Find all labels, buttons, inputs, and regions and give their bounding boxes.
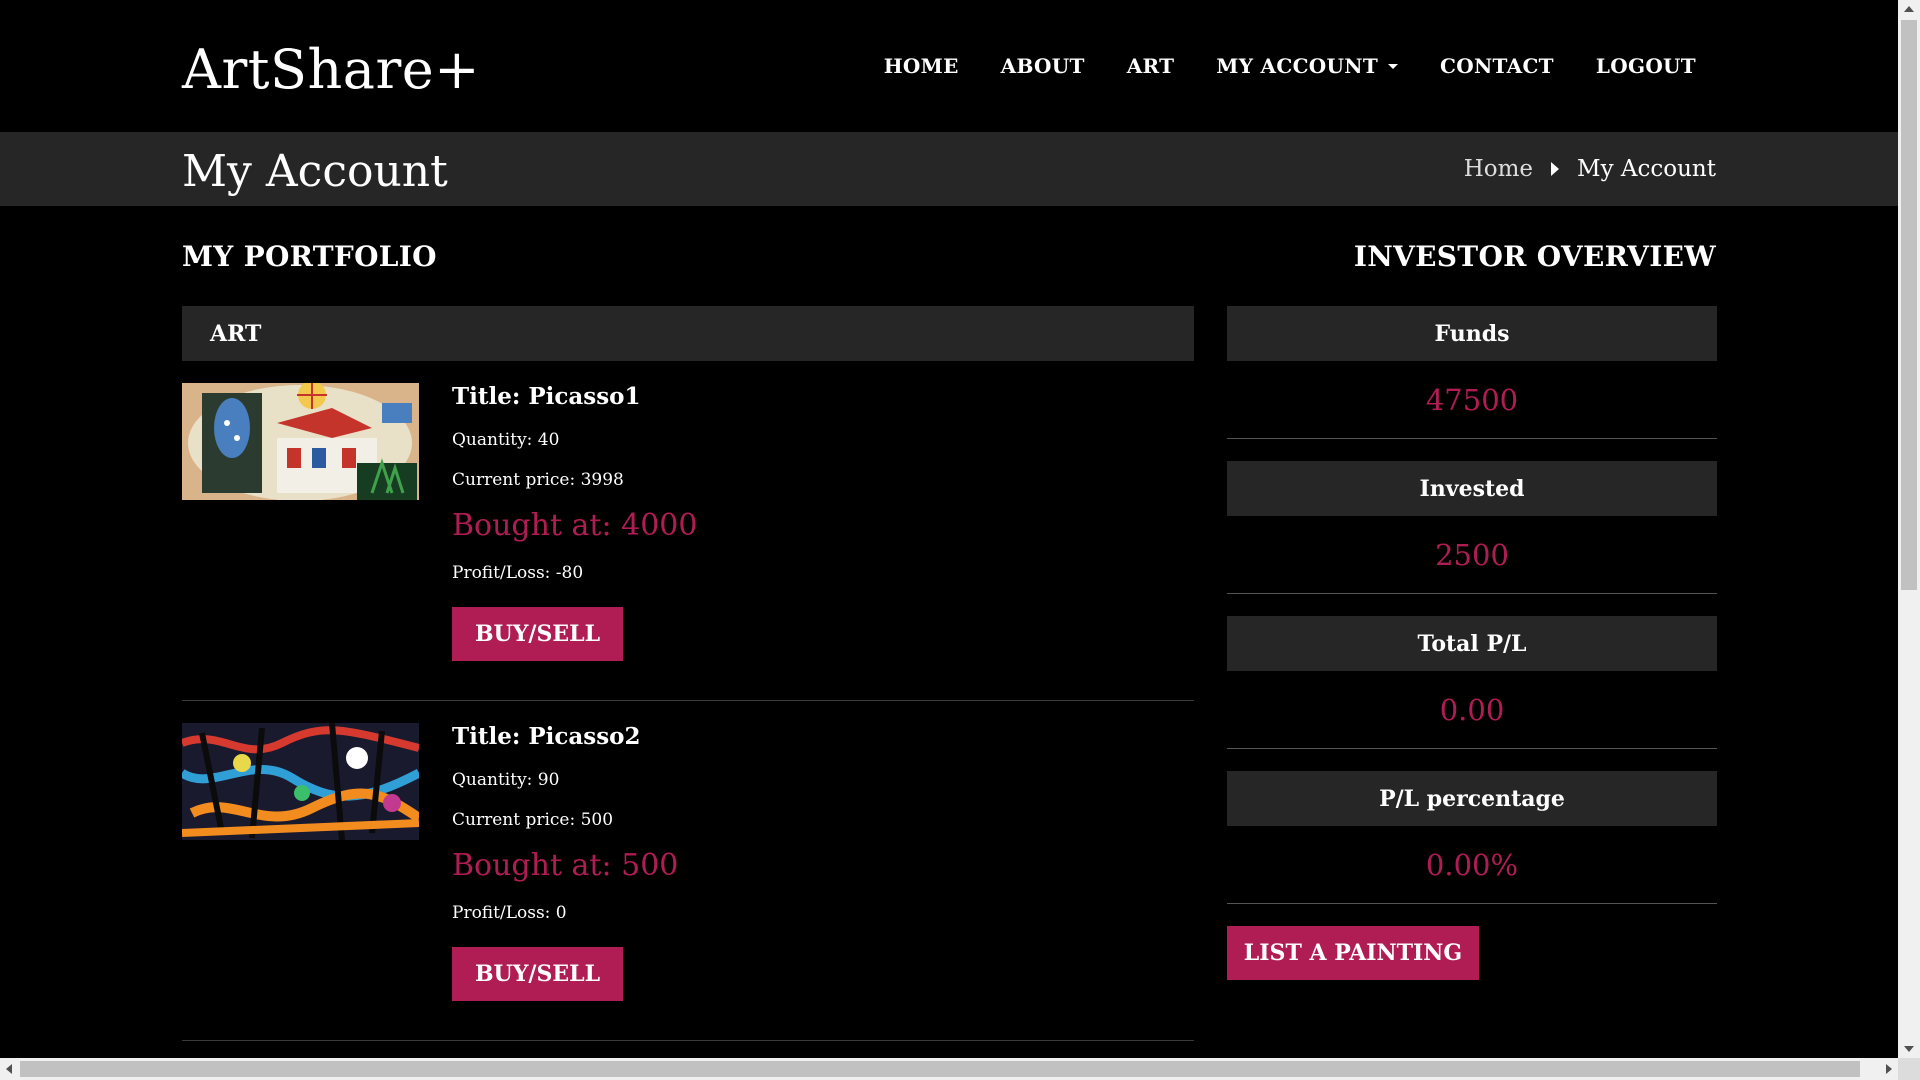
investor-overview: Funds 47500 Invested 2500 Total P/L 0.00…	[1227, 306, 1717, 980]
artwork-current-price: Current price: 3998	[452, 470, 624, 490]
stat-label: Invested	[1227, 461, 1717, 516]
stat-value: 47500	[1227, 361, 1717, 439]
stat-invested: Invested 2500	[1227, 461, 1717, 594]
artwork-bought-at: Bought at: 500	[452, 848, 679, 883]
stat-label: Total P/L	[1227, 616, 1717, 671]
list-painting-button[interactable]: LIST A PAINTING	[1227, 926, 1479, 980]
artwork-bought-at: Bought at: 4000	[452, 508, 698, 543]
nav-home[interactable]: HOME	[884, 54, 959, 78]
horizontal-scrollbar[interactable]	[0, 1058, 1898, 1080]
page-title-bar: My Account Home My Account	[0, 132, 1898, 206]
stat-label: P/L percentage	[1227, 771, 1717, 826]
portfolio-heading: MY PORTFOLIO	[182, 240, 437, 273]
buy-sell-button[interactable]: BUY/SELL	[452, 607, 623, 661]
nav-my-account-label: MY ACCOUNT	[1216, 54, 1379, 78]
nav-logout[interactable]: LOGOUT	[1596, 54, 1696, 78]
portfolio-item: Title: Picasso2 Quantity: 90 Current pri…	[182, 701, 1194, 1041]
scrollbar-corner	[1898, 1058, 1920, 1080]
artwork-quantity: Quantity: 90	[452, 770, 560, 790]
buy-sell-button[interactable]: BUY/SELL	[452, 947, 623, 1001]
breadcrumb-current: My Account	[1577, 156, 1716, 182]
artwork-info: Title: Picasso1 Quantity: 40 Current pri…	[452, 383, 697, 661]
scroll-down-icon[interactable]	[1904, 1046, 1914, 1052]
portfolio-item: Title: Picasso1 Quantity: 40 Current pri…	[182, 361, 1194, 701]
artwork-title: Title: Picasso1	[452, 383, 641, 410]
site-logo[interactable]: ArtShare+	[182, 38, 480, 101]
stat-label: Funds	[1227, 306, 1717, 361]
chevron-down-icon	[1388, 63, 1399, 69]
breadcrumb: Home My Account	[1464, 156, 1716, 182]
artwork-profit-loss: Profit/Loss: -80	[452, 563, 584, 583]
scroll-up-icon[interactable]	[1904, 6, 1914, 12]
breadcrumb-home[interactable]: Home	[1464, 156, 1533, 182]
artwork-current-price: Current price: 500	[452, 810, 614, 830]
artwork-quantity: Quantity: 40	[452, 430, 560, 450]
breadcrumb-separator-icon	[1551, 162, 1560, 176]
top-navbar: ArtShare+ HOME ABOUT ART MY ACCOUNT CONT…	[0, 0, 1898, 132]
vertical-scrollbar[interactable]	[1898, 0, 1920, 1058]
portfolio-list: ART Title: Picasso1 Quantity: 40 Current…	[182, 306, 1194, 1041]
artwork-thumbnail[interactable]	[182, 723, 419, 840]
overview-heading: INVESTOR OVERVIEW	[1353, 240, 1716, 273]
nav-art[interactable]: ART	[1127, 54, 1175, 78]
page: ArtShare+ HOME ABOUT ART MY ACCOUNT CONT…	[0, 0, 1898, 1058]
stat-funds: Funds 47500	[1227, 306, 1717, 439]
artwork-thumbnail[interactable]	[182, 383, 419, 500]
stat-value: 0.00%	[1227, 826, 1717, 904]
artwork-title: Title: Picasso2	[452, 723, 641, 750]
artwork-info: Title: Picasso2 Quantity: 90 Current pri…	[452, 723, 678, 1001]
scroll-right-icon[interactable]	[1886, 1064, 1892, 1074]
stat-pl-percentage: P/L percentage 0.00%	[1227, 771, 1717, 904]
stat-value: 2500	[1227, 516, 1717, 594]
stat-value: 0.00	[1227, 671, 1717, 749]
portfolio-table-header: ART	[182, 306, 1194, 361]
page-title: My Account	[182, 146, 448, 197]
vertical-scroll-thumb[interactable]	[1901, 20, 1917, 590]
artwork-profit-loss: Profit/Loss: 0	[452, 903, 567, 923]
scroll-left-icon[interactable]	[6, 1064, 12, 1074]
nav-contact[interactable]: CONTACT	[1440, 54, 1554, 78]
nav-about[interactable]: ABOUT	[1001, 54, 1085, 78]
stat-total-pl: Total P/L 0.00	[1227, 616, 1717, 749]
nav-my-account[interactable]: MY ACCOUNT	[1216, 54, 1399, 78]
main-nav: HOME ABOUT ART MY ACCOUNT CONTACT LOGOUT	[884, 54, 1696, 78]
horizontal-scroll-thumb[interactable]	[20, 1061, 1860, 1077]
